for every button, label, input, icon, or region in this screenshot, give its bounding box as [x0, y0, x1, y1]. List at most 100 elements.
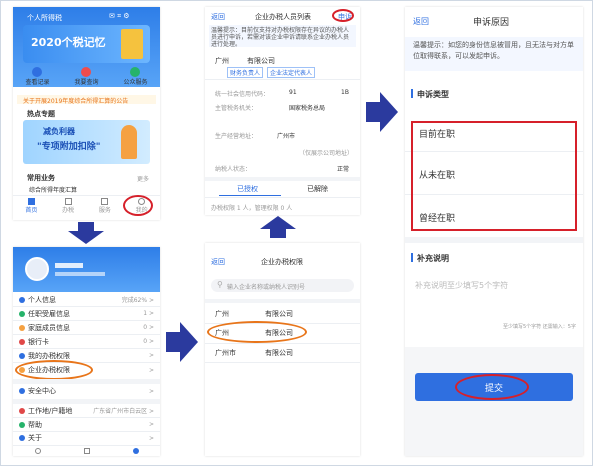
promo-line2: "专项附加扣除"	[37, 142, 101, 152]
menu-my-tax-permission[interactable]: 我的办税权限 >	[13, 349, 160, 362]
credit-code-value: 91	[289, 89, 297, 96]
notice-text: 关于开展2019年度综合所得汇算的公告	[23, 98, 129, 105]
section-hot-title: 热点专题	[27, 110, 55, 118]
section-gap	[405, 237, 583, 243]
highlight-submit	[455, 374, 529, 400]
highlight-appeal-types	[411, 121, 577, 231]
mine-tab-icon[interactable]	[132, 448, 139, 454]
note-header-bar	[411, 253, 413, 262]
search-placeholder: 输入企业名称或纳税人识别号	[227, 284, 306, 291]
status-label: 纳税人状态：	[215, 166, 252, 173]
avatar[interactable]	[25, 257, 49, 281]
tab-revoked[interactable]: 已解除	[307, 184, 328, 194]
permission-count: 办税权限 1 人，管理权限 0 人	[211, 205, 293, 212]
bottom-tabbar-icons	[13, 445, 160, 456]
app-title: 个人所得税	[27, 14, 62, 22]
promo-line1: 减负利器	[43, 127, 75, 136]
briefcase-icon	[19, 310, 25, 317]
tab-service[interactable]: 服务	[99, 198, 111, 218]
promo-figure	[121, 125, 137, 159]
tax-authority-value: 国家税务总局	[289, 105, 326, 112]
tag-finance: 财务负责人	[227, 67, 264, 78]
person-icon	[19, 296, 25, 303]
banner-title: 2020个税记忆	[31, 36, 106, 49]
type-header: 申诉类型	[417, 90, 449, 99]
more-link[interactable]: 更多	[137, 174, 149, 183]
scan-icon[interactable]: ⌗	[117, 12, 121, 20]
page-title: 企业办税权限	[261, 258, 303, 266]
page-title: 申诉原因	[473, 18, 510, 28]
back-button[interactable]: 返回	[211, 257, 225, 267]
address-label: 生产经营地址：	[215, 133, 258, 140]
shield-icon	[19, 388, 25, 394]
quick-action-query[interactable]: 我要查询	[74, 67, 99, 91]
note-textarea[interactable]: 补充说明至少填写5个字符	[415, 280, 508, 291]
arrow-right-icon	[166, 322, 198, 362]
info-icon	[19, 435, 25, 441]
quick-action-public[interactable]: 公众服务	[123, 67, 148, 91]
header-icons: ✉ ⌗ ⚙	[109, 12, 130, 21]
status-value: 正常	[337, 166, 350, 173]
gear-icon[interactable]: ⚙	[123, 12, 129, 20]
user-name-masked	[55, 263, 83, 268]
page-title: 企业办税人员列表	[255, 13, 311, 21]
tab-authorized[interactable]: 已授权	[237, 184, 258, 194]
address-note: （仅展示公司地址）	[299, 150, 354, 157]
section-common-title: 常用业务	[27, 174, 55, 182]
message-icon[interactable]: ✉	[109, 12, 115, 20]
user-id-masked	[55, 272, 105, 276]
tabs-gap	[205, 177, 360, 181]
menu-bank-card[interactable]: 银行卡 0 >	[13, 335, 160, 348]
family-icon	[19, 324, 25, 331]
list-gap	[205, 299, 360, 303]
highlight-company-row	[207, 321, 307, 343]
quick-action-records[interactable]: 查看记录	[25, 67, 50, 91]
tag-legal-rep: 企业法定代表人	[267, 67, 316, 78]
common-item[interactable]: 综合所得年度汇算	[29, 185, 77, 194]
menu-about[interactable]: 关于 >	[13, 432, 160, 444]
char-counter: 至少填写5个字符 还需输入：5字	[503, 324, 576, 330]
menu-work-location[interactable]: 工作地/户籍地 广东省广州市白云区 >	[13, 404, 160, 417]
back-button[interactable]: 返回	[211, 12, 225, 22]
list-item[interactable]: 广州市 有限公司	[205, 344, 360, 362]
submit-area-bg	[405, 347, 583, 456]
menu-employment-info[interactable]: 任职受雇信息 1 >	[13, 307, 160, 320]
menu-security-center[interactable]: 安全中心 >	[13, 384, 160, 398]
tab-underline	[219, 195, 281, 196]
note-header: 补充说明	[417, 254, 449, 263]
card-icon	[19, 338, 25, 345]
company-name: 有限公司	[247, 57, 275, 65]
menu-family-info[interactable]: 家庭成员信息 0 >	[13, 321, 160, 334]
arrow-right-icon	[366, 92, 398, 132]
menu-help[interactable]: 帮助 >	[13, 418, 160, 431]
company-city: 广州	[215, 57, 229, 65]
highlight-mine-tab	[123, 195, 153, 216]
tab-tax[interactable]: 办税	[62, 198, 74, 218]
highlight-appeal	[332, 9, 354, 22]
key-icon	[19, 352, 25, 359]
arrow-down-icon	[68, 222, 104, 244]
enterprise-staff-panel: 返回 企业办税人员列表 申诉 温馨提示：目前仅支持对办税权限存在异议的办税人员进…	[205, 7, 360, 215]
search-icon: ⚲	[217, 280, 223, 289]
arrow-up-icon	[260, 216, 296, 238]
address-value: 广州市	[277, 133, 296, 140]
profile-menu-panel: 个人信息 完成62% > 任职受雇信息 1 > 家庭成员信息 0 > 银行卡 0 > 我…	[13, 247, 160, 456]
home-screen-panel: 个人所得税 ✉ ⌗ ⚙ 2020个税记忆 查看记录 我要查询 公众服务 关于开展…	[13, 7, 160, 220]
list-item[interactable]: 广州 有限公司	[205, 305, 360, 323]
tip-text: 温馨提示：如您的身份信息被冒用，且无法与对方单位取得联系，可以发起申诉。	[413, 41, 574, 60]
type-header-bar	[411, 89, 413, 98]
back-button[interactable]: 返回	[413, 16, 429, 27]
home-tab-icon[interactable]	[34, 448, 41, 454]
location-icon	[19, 407, 25, 414]
highlight-enterprise-permission	[15, 360, 93, 380]
menu-personal-info[interactable]: 个人信息 完成62% >	[13, 293, 160, 306]
banner-art	[121, 29, 143, 59]
help-icon	[19, 421, 25, 428]
appeal-reason-panel: 返回 申诉原因 温馨提示：如您的身份信息被冒用，且无法与对方单位取得联系，可以发…	[405, 7, 583, 456]
tip-text: 温馨提示：目前仅支持对办税权限存在异议的办税人员进行申诉，若需对该企业申诉请联系…	[211, 27, 350, 48]
tax-tab-icon[interactable]	[83, 448, 90, 454]
credit-code-label: 统一社会信用代码：	[215, 91, 270, 98]
enterprise-permission-panel: 返回 企业办税权限 ⚲ 输入企业名称或纳税人识别号 广州 有限公司 广州 有限公司 …	[205, 243, 360, 456]
tab-home[interactable]: 首页	[25, 198, 37, 218]
tax-authority-label: 主管税务机关：	[215, 105, 258, 112]
